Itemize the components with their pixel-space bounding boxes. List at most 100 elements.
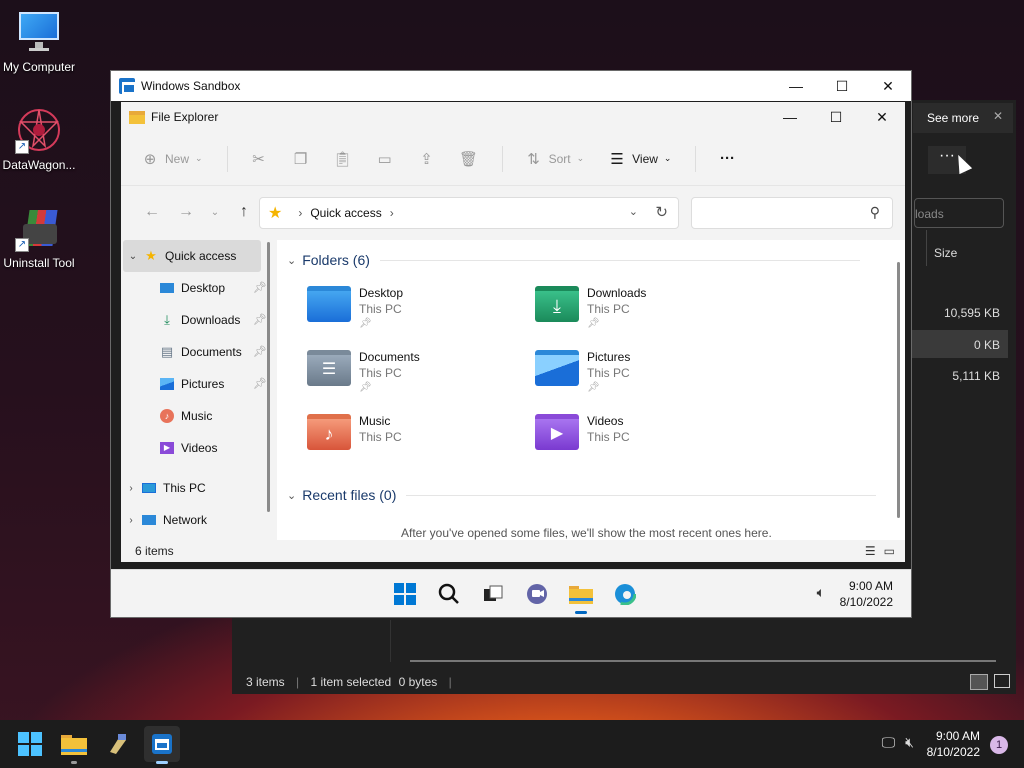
notification-badge[interactable]: 1 bbox=[990, 736, 1008, 754]
this-pc-icon bbox=[141, 480, 157, 496]
folder-tile-documents[interactable]: ☰ Documents This PC 📌︎ bbox=[307, 350, 527, 400]
view-button[interactable]: ☰ View ⌄ bbox=[608, 150, 671, 168]
back-button[interactable]: ← bbox=[135, 203, 169, 221]
sidebar-item-this-pc[interactable]: › This PC bbox=[121, 472, 269, 504]
windows-logo-icon bbox=[18, 732, 42, 756]
sidebar-item-videos[interactable]: ▶ Videos bbox=[121, 432, 269, 464]
close-button[interactable]: ✕ bbox=[859, 102, 905, 132]
trash-icon: 🗑︎ bbox=[459, 150, 479, 168]
copy-button[interactable]: ❐ bbox=[292, 150, 310, 168]
file-explorer-titlebar: File Explorer — ☐ ✕ bbox=[121, 102, 905, 132]
cut-button[interactable]: ✂ bbox=[250, 150, 268, 168]
folder-tile-videos[interactable]: ▶ Videos This PC bbox=[535, 414, 755, 464]
pin-icon[interactable]: 📌︎ bbox=[253, 313, 267, 326]
minimize-button[interactable]: — bbox=[767, 102, 813, 132]
desktop-icon-my-computer[interactable]: My Computer bbox=[0, 8, 78, 74]
volume-icon[interactable]: 🔈︎ bbox=[817, 584, 825, 601]
background-search-input[interactable]: loads bbox=[914, 198, 1004, 228]
chevron-right-icon[interactable]: › bbox=[121, 483, 141, 494]
pin-icon[interactable]: 📌︎ bbox=[253, 281, 267, 294]
edge-button[interactable] bbox=[609, 578, 641, 610]
volume-muted-icon[interactable]: 🔇︎ bbox=[905, 734, 914, 751]
app-button[interactable] bbox=[100, 726, 136, 762]
videos-folder-icon: ▶ bbox=[535, 414, 579, 450]
desktop-folder-icon bbox=[307, 286, 351, 322]
address-bar[interactable]: ★ › Quick access › ⌄ ↻ bbox=[259, 197, 679, 229]
status-bar: 6 items ☰ ▭ bbox=[121, 540, 905, 562]
folder-tile-music[interactable]: ♪ Music This PC bbox=[307, 414, 527, 464]
navigation-bar: ← → ⌄ ↑ ★ › Quick access › ⌄ ↻ ⚲ bbox=[121, 186, 905, 238]
close-icon[interactable]: ✕ bbox=[993, 109, 1003, 123]
sandbox-icon bbox=[119, 78, 136, 94]
see-more-button[interactable]: ··· bbox=[718, 150, 736, 168]
desktop-icon-datawagon[interactable]: ↗ DataWagon... bbox=[0, 106, 78, 172]
host-clock[interactable]: 9:00 AM 8/10/2022 bbox=[927, 728, 980, 760]
sidebar-item-music[interactable]: ♪ Music bbox=[121, 400, 269, 432]
content-scrollbar[interactable] bbox=[897, 262, 900, 518]
windows-logo-icon bbox=[394, 583, 416, 605]
item-count: 6 items bbox=[135, 544, 174, 558]
sidebar-item-desktop[interactable]: Desktop 📌︎ bbox=[121, 272, 269, 304]
sidebar-item-quick-access[interactable]: ⌄ ★ Quick access bbox=[123, 240, 261, 272]
new-button[interactable]: ⊕ New ⌄ bbox=[141, 150, 203, 168]
search-button[interactable] bbox=[433, 578, 465, 610]
downloads-folder-icon: ⤓ bbox=[535, 286, 579, 322]
chevron-down-icon: ⌄ bbox=[287, 489, 297, 502]
chat-button[interactable] bbox=[521, 578, 553, 610]
close-button[interactable]: ✕ bbox=[865, 71, 911, 101]
background-scrollbar[interactable] bbox=[410, 660, 996, 662]
star-icon: ★ bbox=[268, 205, 283, 222]
pictures-icon bbox=[159, 376, 175, 392]
folder-tile-downloads[interactable]: ⤓ Downloads This PC 📌︎ bbox=[535, 286, 755, 336]
tiles-view-icon[interactable] bbox=[994, 674, 1010, 688]
details-view-icon[interactable]: ☰ bbox=[865, 544, 876, 558]
file-explorer-button[interactable] bbox=[565, 578, 597, 614]
file-explorer-button[interactable] bbox=[56, 726, 92, 764]
delete-button[interactable]: 🗑︎ bbox=[459, 150, 479, 168]
display-icon[interactable]: 🖵︎ bbox=[882, 734, 896, 751]
share-button[interactable]: ⇪ bbox=[418, 150, 436, 168]
windows-sandbox-button[interactable] bbox=[144, 726, 180, 764]
documents-folder-icon: ☰ bbox=[307, 350, 351, 386]
pin-icon[interactable]: 📌︎ bbox=[253, 345, 267, 358]
sidebar-item-documents[interactable]: ▤ Documents 📌︎ bbox=[121, 336, 269, 368]
paste-button[interactable]: 📋︎ bbox=[333, 150, 352, 168]
start-button[interactable] bbox=[389, 578, 421, 610]
sandbox-icon bbox=[152, 734, 172, 754]
sort-button[interactable]: ⇅ Sort ⌄ bbox=[525, 150, 584, 168]
search-input[interactable]: ⚲ bbox=[691, 197, 893, 229]
maximize-button[interactable]: ☐ bbox=[819, 71, 865, 101]
sandbox-clock[interactable]: 9:00 AM 8/10/2022 bbox=[840, 578, 893, 610]
desktop-icon-uninstall-tool[interactable]: ↗ Uninstall Tool bbox=[0, 204, 78, 270]
folder-tile-pictures[interactable]: Pictures This PC 📌︎ bbox=[535, 350, 755, 400]
tiles-view-icon[interactable]: ▭ bbox=[884, 544, 895, 558]
star-icon: ★ bbox=[145, 248, 157, 263]
music-icon: ♪ bbox=[159, 408, 175, 424]
details-view-icon[interactable] bbox=[970, 674, 988, 690]
column-header-size[interactable]: Size bbox=[934, 246, 957, 260]
sidebar-item-downloads[interactable]: ⤓ Downloads 📌︎ bbox=[121, 304, 269, 336]
breadcrumb-quick-access[interactable]: Quick access bbox=[310, 206, 381, 220]
share-icon: ⇪ bbox=[420, 150, 433, 168]
host-taskbar: 🖵︎ 🔇︎ 9:00 AM 8/10/2022 1 bbox=[0, 720, 1024, 768]
task-view-button[interactable] bbox=[477, 578, 509, 610]
sidebar-item-pictures[interactable]: Pictures 📌︎ bbox=[121, 368, 269, 400]
forward-button[interactable]: → bbox=[169, 203, 203, 221]
sidebar-item-network[interactable]: › Network bbox=[121, 504, 269, 536]
refresh-icon[interactable]: ↻ bbox=[655, 203, 668, 221]
navigation-scrollbar[interactable] bbox=[267, 242, 270, 512]
chevron-right-icon[interactable]: › bbox=[121, 515, 141, 526]
folder-tile-desktop[interactable]: Desktop This PC 📌︎ bbox=[307, 286, 527, 336]
start-button[interactable] bbox=[12, 726, 48, 762]
folders-section-header[interactable]: ⌄ Folders (6) bbox=[287, 252, 860, 268]
rename-button[interactable]: ▭ bbox=[376, 150, 394, 168]
chevron-down-icon[interactable]: ⌄ bbox=[629, 205, 638, 218]
maximize-button[interactable]: ☐ bbox=[813, 102, 859, 132]
recent-files-section-header[interactable]: ⌄ Recent files (0) bbox=[287, 487, 877, 503]
pin-icon[interactable]: 📌︎ bbox=[253, 377, 267, 390]
search-icon: ⚲ bbox=[869, 204, 880, 220]
minimize-button[interactable]: — bbox=[773, 71, 819, 101]
recent-locations-button[interactable]: ⌄ bbox=[203, 207, 227, 218]
chevron-down-icon[interactable]: ⌄ bbox=[123, 251, 143, 262]
up-button[interactable]: ↑ bbox=[227, 203, 261, 221]
